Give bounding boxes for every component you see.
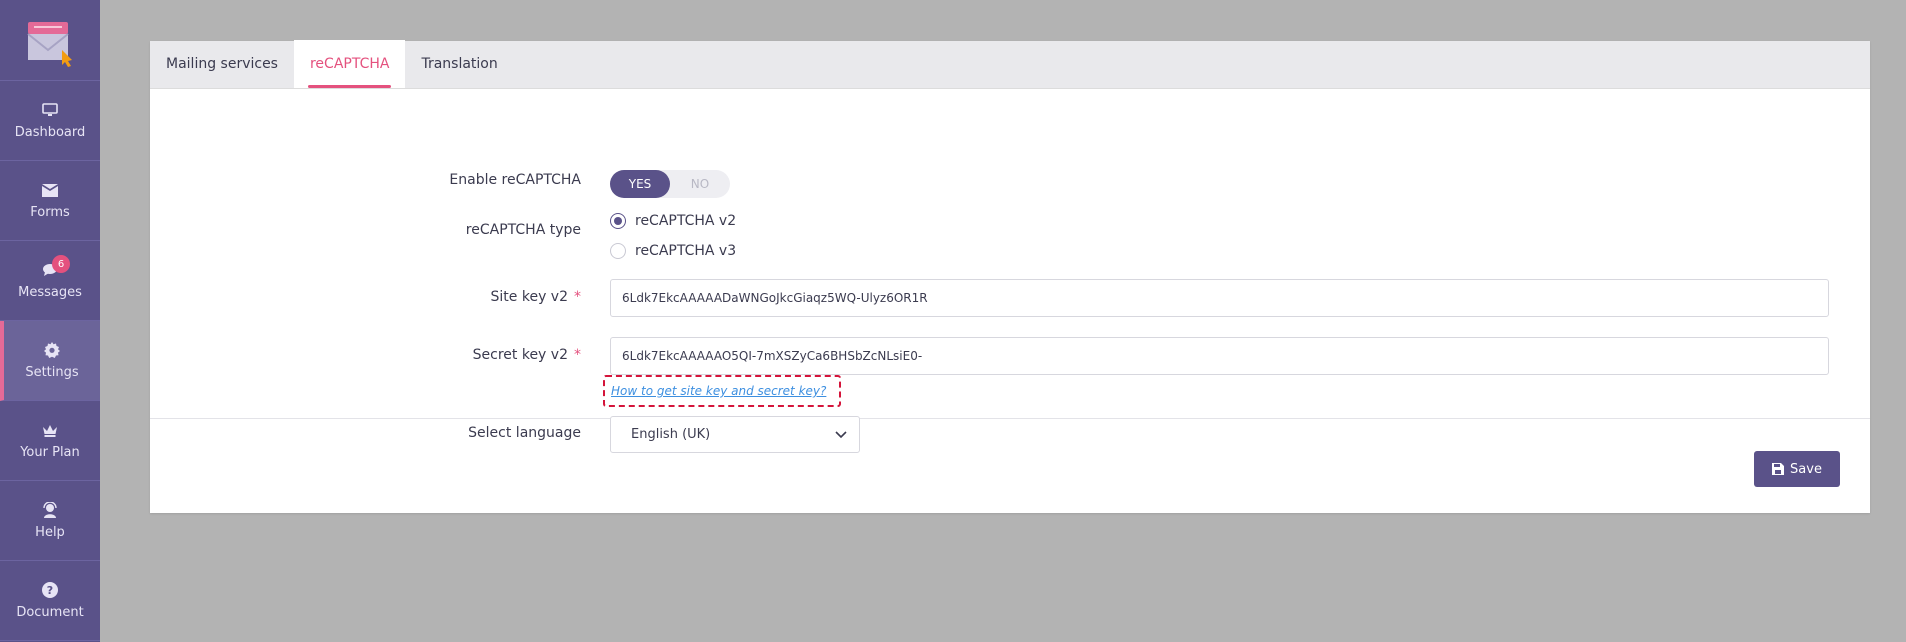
toggle-no[interactable]: NO [670,170,730,198]
sidebar-item-settings[interactable]: Settings [0,321,100,401]
recaptcha-type-label: reCAPTCHA type [465,222,581,238]
save-button[interactable]: Save [1754,451,1840,487]
sidebar-item-your-plan[interactable]: Your Plan [0,401,100,481]
chevron-down-icon [835,430,847,438]
sidebar-item-help[interactable]: Help [0,481,100,561]
app-logo[interactable] [0,0,100,81]
sidebar-item-label: Document [16,605,84,620]
gear-icon [43,341,61,359]
language-select[interactable]: English (UK) [610,416,860,453]
radio-selected-icon [610,213,626,229]
sidebar-item-dashboard[interactable]: Dashboard [0,81,100,161]
radio-label: reCAPTCHA v2 [635,213,737,229]
sidebar-item-label: Forms [30,205,70,220]
sidebar-item-forms[interactable]: Forms [0,161,100,241]
radio-label: reCAPTCHA v3 [635,243,737,259]
settings-tabs: Mailing services reCAPTCHA Translation [150,40,1870,89]
required-mark: * [574,289,581,305]
tab-translation[interactable]: Translation [405,40,513,88]
crown-icon [41,421,59,439]
sidebar-item-label: Dashboard [14,125,86,140]
sidebar-item-document[interactable]: ? Document [0,561,100,641]
site-key-input[interactable]: 6Ldk7EkcAAAAADaWNGoJkcGiaqz5WQ-Ulyz6OR1R [610,279,1829,317]
sidebar-item-label: Help [35,525,65,540]
sidebar-item-label: Settings [25,365,79,380]
secret-key-label: Secret key v2 * [472,347,581,363]
language-selected-value: English (UK) [631,427,711,442]
tab-recaptcha[interactable]: reCAPTCHA [293,40,406,88]
settings-panel: Mailing services reCAPTCHA Translation E… [150,40,1870,513]
sidebar-item-messages[interactable]: 6 Messages [0,241,100,321]
radio-unselected-icon [610,243,626,259]
envelope-icon [41,181,59,199]
sidebar: Dashboard Forms 6 Messages Settings Your… [0,0,100,642]
tab-mailing-services[interactable]: Mailing services [150,40,294,88]
site-key-help-link[interactable]: How to get site key and secret key? [603,375,841,407]
radio-recaptcha-v2[interactable]: reCAPTCHA v2 [610,213,736,229]
enable-recaptcha-toggle[interactable]: YES NO [610,170,730,198]
floppy-disk-icon [1772,463,1785,475]
svg-text:?: ? [47,584,53,597]
monitor-icon [41,101,59,119]
sidebar-item-label: Your Plan [20,445,80,460]
radio-recaptcha-v3[interactable]: reCAPTCHA v3 [610,243,736,259]
toggle-yes[interactable]: YES [610,170,670,198]
sidebar-item-label: Messages [18,285,82,300]
site-key-label: Site key v2 * [490,289,581,305]
question-icon: ? [41,581,59,599]
logo-icon [27,22,72,67]
secret-key-input[interactable]: 6Ldk7EkcAAAAAO5QI-7mXSZyCa6BHSbZcNLsiE0- [610,337,1829,375]
required-mark: * [574,347,581,363]
recaptcha-form: Enable reCAPTCHA YES NO reCAPTCHA type r… [150,89,1870,453]
select-language-label: Select language [468,425,581,441]
save-button-label: Save [1790,461,1822,477]
messages-badge: 6 [52,255,70,273]
support-icon [41,501,59,519]
enable-recaptcha-label: Enable reCAPTCHA [449,172,581,188]
